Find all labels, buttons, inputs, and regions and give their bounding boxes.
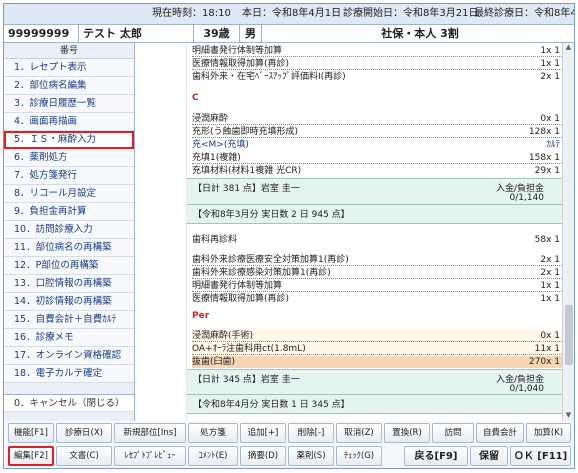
record-row[interactable]: 医療情報取得加算(再診) 1x 1 [192,58,562,70]
record-row-selected[interactable]: 抜歯(臼歯) 270x 1 [192,356,562,368]
menu-item-ekarte-confirm[interactable]: 18．電子カルテ確定 [4,365,134,383]
patient-name: テスト 太郎 [79,25,194,42]
monthly-summary: 【令和8年4月分 実日数 1 日 345 点】 [187,394,562,414]
record-panel: 明細書発行体制等加算 1x 1 医療情報取得加算(再診) 1x 1 歯科外来・在宅ﾍ… [135,43,574,421]
function-key-row-2: 編集[F2] 文書(C) ﾚｾﾌﾟﾄﾌﾟﾚﾋﾞｭｰ ｺﾒﾝﾄ(E) 摘要(D) … [4,444,574,467]
receipt-preview-button[interactable]: ﾚｾﾌﾟﾄﾌﾟﾚﾋﾞｭｰ [114,446,186,466]
menu-title: 番号 [4,43,134,59]
record-row[interactable]: 明細書発行体制等加算 1x 1 [192,280,562,292]
date-button[interactable]: 診療日(X) [56,423,112,443]
patient-sex: 男 [240,25,262,42]
menu-item-recalc[interactable]: 9．負担金再計算 [4,203,134,221]
record-row[interactable]: 明細書発行体制等加算 1x 1 [192,45,562,57]
start-date: 診療開始日：令和8年3月21日 [343,8,479,19]
today-date: 本日：令和8年4月1日 [242,8,342,19]
current-time: 現在時刻：18:10 [152,8,231,19]
patient-window: 現在時刻：18:10 本日：令和8年4月1日 診療開始日：令和8年3月21日 最… [3,3,575,469]
add-button[interactable]: 追加[+] [240,423,286,443]
replace-button[interactable]: 置換(R) [384,423,430,443]
scroll-up-icon[interactable]: ▲ [563,43,574,53]
function-menu: 番号 1．レセプト表示 2．部位病名編集 3．診療日履歴一覧 4．画面再描画 5… [4,43,135,421]
menu-item-rebuild-p[interactable]: 12．P部位の再構築 [4,257,134,275]
summary-button[interactable]: 摘要(D) [240,446,286,466]
document-button[interactable]: 文書(C) [56,446,112,466]
delete-button[interactable]: 削除[-] [288,423,334,443]
menu-item-prescription[interactable]: 6．薬剤処方 [4,149,134,167]
patient-info-bar: 99999999 テスト 太郎 39歳 男 社保・本人 3割 [4,24,574,43]
prescription-button[interactable]: 処方箋 [188,423,238,443]
menu-item-is-anesthesia[interactable]: 5．ＩＳ・麻酔入力 [4,131,134,149]
daily-summary: 【日計 345 点】岩室 圭一 入金/負担金 0/1,040 [187,369,562,397]
menu-item-self-pay[interactable]: 15．自費会計＋自費ｶﾙﾃ [4,311,134,329]
record-row[interactable]: 歯科外来診療感染対策加算1(再診) 2x 1 [192,267,562,279]
menu-item-visit[interactable]: 10．訪問診療入力 [4,221,134,239]
check-button[interactable]: ﾁｪｯｸ(G) [336,446,382,466]
menu-item-online-check[interactable]: 17．オンライン資格確認 [4,347,134,365]
insurance-label: 社保・本人 3割 [381,27,459,40]
section-c: C [192,93,199,103]
monthly-summary: 【令和8年3月分 実日数 2 日 945 点】 [187,204,562,224]
visit-button[interactable]: 訪問 [432,423,474,443]
f2-edit-button[interactable]: 編集[F2] [8,446,54,466]
menu-item-prescription-issue[interactable]: 7．処方箋発行 [4,167,134,185]
comment-button[interactable]: ｺﾒﾝﾄ(E) [188,446,238,466]
record-row[interactable]: 浸潤麻酔(手術) 0x 1 [192,330,562,342]
scroll-thumb[interactable] [565,305,573,365]
record-row[interactable]: 歯科外来診療医療安全対策加算1(再診) 2x 1 [192,254,562,266]
section-per: Per [192,311,210,321]
menu-item-recall[interactable]: 8．リコール月設定 [4,185,134,203]
record-row[interactable]: 充<M>(充填) ｶﾙﾃ [192,139,562,151]
date-lane [135,43,187,421]
record-row[interactable]: 浸潤麻酔 0x 1 [192,113,562,125]
last-date: 最終診療日：令和8年4月1 [474,8,574,19]
menu-item-region-edit[interactable]: 2．部位病名編集 [4,77,134,95]
ok-button[interactable]: ＯＫ [F11] [510,446,571,466]
scroll-down-icon[interactable]: ▼ [563,411,574,421]
self-pay-button[interactable]: 自費会計 [476,423,524,443]
menu-item-rebuild-first[interactable]: 14．初診情報の再構築 [4,293,134,311]
menu-item-receipt[interactable]: 1．レセプト表示 [4,59,134,77]
scrollbar[interactable]: ▲ ▼ [562,43,574,421]
record-row[interactable]: 歯科外来・在宅ﾍﾞｰｽｱｯﾌﾟ評価料Ⅰ(再診) 2x 1 [192,71,562,83]
hold-button[interactable]: 保留 [470,446,508,466]
patient-age: 39歳 [194,25,240,42]
menu-item-rebuild-disease[interactable]: 11．部位病名の再構築 [4,239,134,257]
f1-function-button[interactable]: 機能[F1] [8,423,54,443]
drug-button[interactable]: 薬剤(S) [288,446,334,466]
new-region-button[interactable]: 新規部位[Ins] [114,423,186,443]
record-row[interactable]: OA+ｵｰﾗ注歯科用ct(1.8mL) 11x 1 [192,343,562,355]
function-key-row-1: 機能[F1] 診療日(X) 新規部位[Ins] 処方箋 追加[+] 削除[-] … [4,421,574,444]
menu-item-history[interactable]: 3．診療日履歴一覧 [4,95,134,113]
record-row[interactable]: 医療情報取得加算(再診) 1x 1 [192,293,562,305]
status-bar: 現在時刻：18:10 本日：令和8年4月1日 診療開始日：令和8年3月21日 最… [4,4,574,24]
patient-id: 99999999 [4,25,79,42]
record-row[interactable]: 充形(う蝕歯即時充填形成) 128x 1 [192,126,562,138]
menu-item-memo[interactable]: 16．診療メモ [4,329,134,347]
addition-button[interactable]: 加算(K) [526,423,571,443]
record-row[interactable]: 充填1(複雑) 158x 1 [192,152,562,164]
record-row[interactable]: 歯科再診料 58x 1 [192,234,562,246]
back-button[interactable]: 戻る[F9] [404,446,468,466]
cancel-edit-button[interactable]: 取消(Z) [336,423,382,443]
menu-cancel[interactable]: 0．キャンセル（閉じる） [4,394,134,412]
menu-item-rebuild-oral[interactable]: 13．口腔情報の再構築 [4,275,134,293]
record-row[interactable]: 充填材料(材料1複雑 光CR) 29x 1 [192,165,562,177]
menu-item-redraw[interactable]: 4．画面再描画 [4,113,134,131]
daily-summary: 【日計 381 点】岩室 圭一 入金/負担金 0/1,140 [187,178,562,206]
